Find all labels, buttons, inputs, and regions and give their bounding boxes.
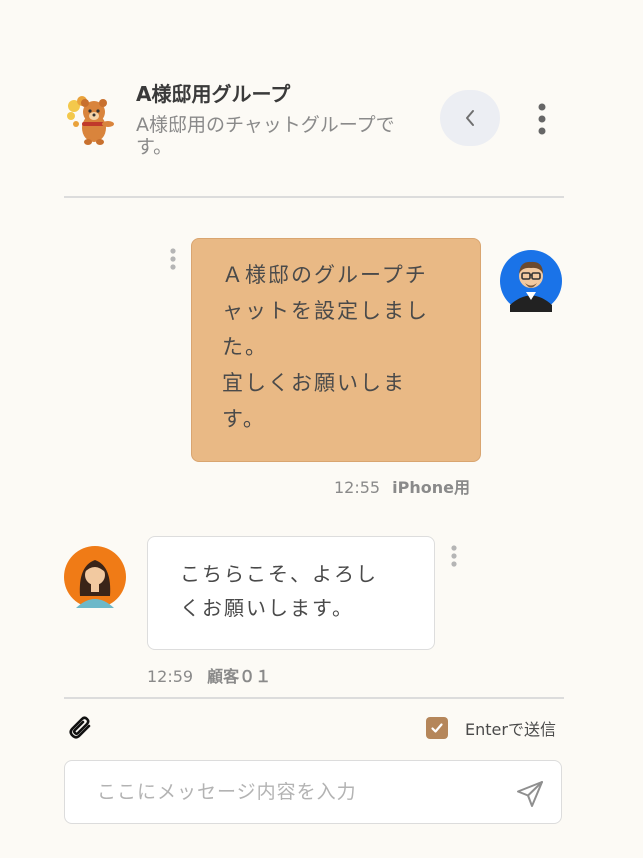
paperclip-icon	[69, 716, 91, 739]
message-text-line: くお願いします。	[180, 596, 354, 620]
message-time: 12:59	[147, 667, 194, 686]
message-bubble-incoming: こちらこそ、よろし くお願いします。	[147, 536, 435, 650]
message-text-line: た。	[222, 335, 268, 359]
message-bubble-outgoing: Ａ様邸のグループチ ャットを設定しまし た。 宜しくお願いしま す。	[191, 238, 481, 462]
enter-to-send-option[interactable]: Enterで送信	[426, 716, 556, 740]
woman-avatar-icon	[64, 546, 126, 608]
message-text-line: 宜しくお願いしま	[222, 371, 406, 395]
composer-divider	[64, 697, 564, 699]
checkmark-icon	[431, 723, 443, 733]
message-input-box	[64, 760, 562, 824]
man-with-glasses-avatar-icon	[500, 250, 562, 312]
message-text-line: す。	[222, 407, 266, 431]
vertical-dots-icon	[538, 103, 546, 135]
cartoon-bear-icon	[67, 96, 114, 145]
message-meta: 12:59 顧客０１	[147, 663, 271, 687]
message-text-line: Ａ様邸のグループチ	[222, 263, 428, 287]
group-title: A様邸用グループ	[136, 82, 291, 106]
chat-header: A様邸用グループ A様邸用のチャットグループです。	[64, 72, 564, 172]
chat-screen: A様邸用グループ A様邸用のチャットグループです。 Ａ様邸のグループチ ャットを…	[0, 0, 643, 858]
header-divider	[64, 196, 564, 198]
attach-button[interactable]	[66, 714, 96, 744]
message-meta: 12:55 iPhone用	[334, 474, 470, 498]
header-menu-button[interactable]	[532, 102, 552, 136]
vertical-dots-icon	[451, 545, 457, 567]
message-time: 12:55	[334, 478, 381, 497]
message-sender: iPhone用	[392, 478, 470, 497]
enter-to-send-label: Enterで送信	[465, 720, 556, 739]
send-button[interactable]	[513, 777, 547, 811]
avatar[interactable]	[64, 546, 126, 608]
vertical-dots-icon	[170, 248, 176, 270]
message-text-line: ャットを設定しまし	[222, 299, 429, 323]
group-description: A様邸用のチャットグループです。	[136, 114, 395, 158]
message-menu-button[interactable]	[167, 246, 179, 272]
message-sender: 顧客０１	[207, 667, 272, 686]
group-avatar[interactable]	[64, 92, 118, 146]
enter-to-send-checkbox[interactable]	[426, 717, 448, 739]
send-icon	[517, 781, 543, 807]
message-menu-button[interactable]	[448, 543, 460, 569]
chevron-left-icon	[466, 110, 474, 126]
avatar[interactable]	[500, 250, 562, 312]
message-input[interactable]	[95, 771, 499, 813]
message-text-line: こちらこそ、よろし	[180, 562, 378, 586]
back-button[interactable]	[440, 90, 500, 146]
